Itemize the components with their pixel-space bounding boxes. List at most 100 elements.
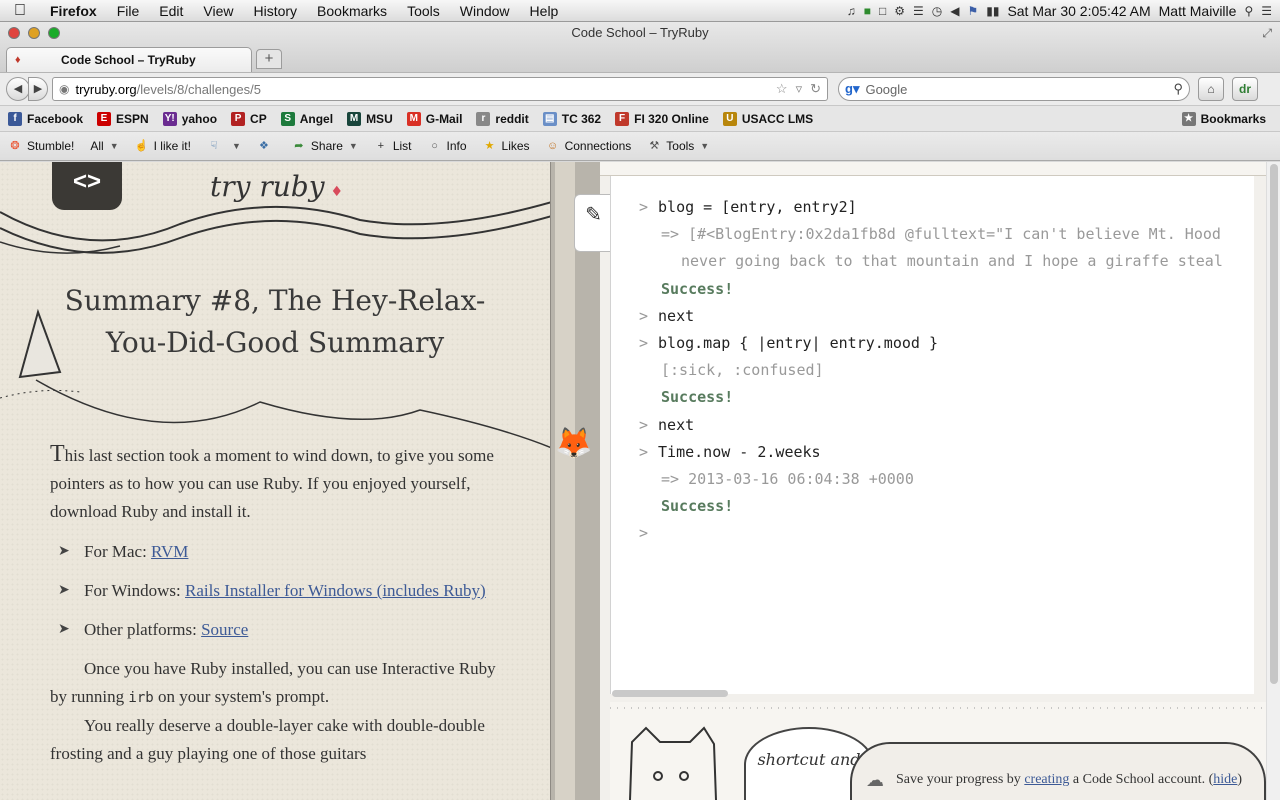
stumble-tools[interactable]: ⚒ Tools ▼ [647,139,709,153]
link-label: For Windows: [84,581,186,600]
url-bar[interactable]: ◉ tryruby.org/levels/8/challenges/5 ☆ ▿ … [52,77,828,101]
rvm-link[interactable]: RVM [151,542,188,561]
apple-menu-icon[interactable]:  [0,2,40,20]
addon-button[interactable]: dr [1232,77,1258,101]
reload-icon[interactable]: ↻ [810,81,821,97]
edit-pencil-icon: ✎ [585,204,602,226]
bookmark-star-icon[interactable]: ☆ [776,81,788,97]
volume-icon[interactable]: ◀ [950,4,959,18]
bookmark-facebook[interactable]: f Facebook [8,111,83,126]
stumble-thumbs-down-icon[interactable]: ☟ ▼ [207,139,241,153]
notification-center-icon[interactable]: ☰ [1261,4,1272,18]
dropdown-caret-icon[interactable]: ▼ [700,141,709,151]
angel-icon: S [280,111,295,126]
menu-tools[interactable]: Tools [397,3,450,19]
menu-help[interactable]: Help [520,3,569,19]
gear-icon[interactable]: ⚙ [894,4,905,18]
battery-icon[interactable]: ▮▮ [986,4,999,18]
search-input[interactable]: Google [865,82,907,97]
bookmark-tc-362[interactable]: ▤ TC 362 [542,111,601,126]
menu-bookmarks[interactable]: Bookmarks [307,3,397,19]
bookmark-angel[interactable]: S Angel [280,111,333,126]
menu-file[interactable]: File [107,3,150,19]
bookmark-espn[interactable]: E ESPN [97,111,149,126]
stumble-connections[interactable]: ☺ Connections [546,139,631,153]
stumble-list[interactable]: + List [374,139,412,153]
thumbs-up-icon: ☝ [134,140,149,152]
panel-divider[interactable]: 🦊 [550,162,600,800]
menu-window[interactable]: Window [450,3,520,19]
bookmarks-menu-button[interactable]: ★ Bookmarks [1181,111,1266,126]
time-machine-icon[interactable]: ◷ [932,4,942,18]
dropdown-caret-icon[interactable]: ▼ [110,141,119,151]
list-item: ➤ For Windows: Rails Installer for Window… [50,577,510,604]
stumble-stumble[interactable]: ❂ Stumble! [8,139,74,153]
stumble-label: List [392,139,412,153]
editor-toggle-button[interactable]: ✎ [574,194,612,252]
flag-icon[interactable]: ⚑ [967,4,978,18]
rails-installer-link[interactable]: Rails Installer for Windows (includes Ru… [185,581,486,600]
source-link[interactable]: Source [201,620,248,639]
create-account-link[interactable]: creating [1024,772,1069,788]
save-text-after: a Code School account. ( [1072,772,1214,787]
headphones-icon[interactable]: ♫ [847,4,856,18]
stumble-tag-icon[interactable]: ❖ [257,139,276,153]
console-command: blog = [entry, entry2] [658,198,857,216]
scrollbar-thumb[interactable] [1270,164,1278,684]
fullscreen-icon[interactable]: ⤢ [1262,26,1272,41]
app-menu[interactable]: Firefox [40,3,107,19]
bookmarks-menu-label: Bookmarks [1200,111,1266,126]
clock[interactable]: Sat Mar 30 2:05:42 AM [1007,3,1150,19]
tab-tryruby[interactable]: ♦ Code School – TryRuby [6,47,252,72]
menu-history[interactable]: History [243,3,307,19]
console-line: > next [639,416,694,434]
menu-edit[interactable]: Edit [149,3,193,19]
dropdown-caret-icon[interactable]: ▼ [232,141,241,151]
bookmark-g-mail[interactable]: M G-Mail [406,111,462,126]
stumble-label: Likes [501,139,530,153]
spotlight-search-icon[interactable]: ⚲ [1244,4,1253,18]
scrollbar-thumb[interactable] [612,690,728,697]
stumble-share[interactable]: ➦ Share ▼ [292,139,358,153]
screen-select-icon[interactable]: □ [879,4,886,18]
usacc-icon: U [722,111,737,126]
console-prompt: > [639,415,649,434]
stumble-likes[interactable]: ★ Likes [483,139,530,153]
bookmark-usacc-lms[interactable]: U USACC LMS [722,111,813,126]
success-message: Success! [661,279,734,298]
stumble-info[interactable]: ○ Info [428,139,466,153]
menu-view[interactable]: View [193,3,243,19]
bookmark-msu[interactable]: M MSU [347,111,393,126]
search-bar[interactable]: g▾ Google ⚲ [838,77,1190,101]
search-icon[interactable]: ⚲ [1173,81,1183,97]
bookmark-yahoo[interactable]: Y! yahoo [162,111,217,126]
console-line: => 2013-03-16 06:04:38 +0000 [661,470,914,488]
google-engine-icon[interactable]: g▾ [845,81,859,97]
globe-icon: ◉ [59,82,70,96]
url-host: tryruby.org [75,81,137,97]
page-vertical-scrollbar[interactable] [1266,162,1280,800]
console-horizontal-scrollbar[interactable] [612,690,1254,698]
back-button[interactable]: ◀ [6,77,30,101]
console-line: > next [639,307,694,325]
new-tab-button[interactable]: + [256,49,282,69]
console-command: next [658,415,695,434]
stumble-i-like-it[interactable]: ☝ I like it! [135,139,191,153]
plus-icon: + [377,140,385,152]
bookmark-fi-320-online[interactable]: F FI 320 Online [615,111,709,126]
user-name[interactable]: Matt Maiville [1159,3,1237,19]
stumble-all[interactable]: All ▼ [90,139,118,153]
bookmark-reddit[interactable]: r reddit [476,111,529,126]
url-dropdown-icon[interactable]: ▿ [796,81,803,97]
irb-console[interactable]: > blog = [entry, entry2] => [#<BlogEntry:0… [610,176,1254,694]
forward-button[interactable]: ▶ [28,77,48,101]
dropdown-caret-icon[interactable]: ▼ [349,141,358,151]
home-button[interactable]: ⌂ [1198,77,1224,101]
wifi-icon[interactable]: ☰ [913,4,924,18]
evernote-icon[interactable]: ■ [864,4,871,18]
console-prompt: > [639,334,649,352]
install-links-list: ➤ For Mac: RVM ➤ For Windows: Rails Instal… [50,538,510,643]
console-line: > blog.map { |entry| entry.mood } [639,334,938,352]
bookmark-cp[interactable]: P CP [231,111,267,126]
hide-banner-link[interactable]: hide [1213,772,1237,788]
